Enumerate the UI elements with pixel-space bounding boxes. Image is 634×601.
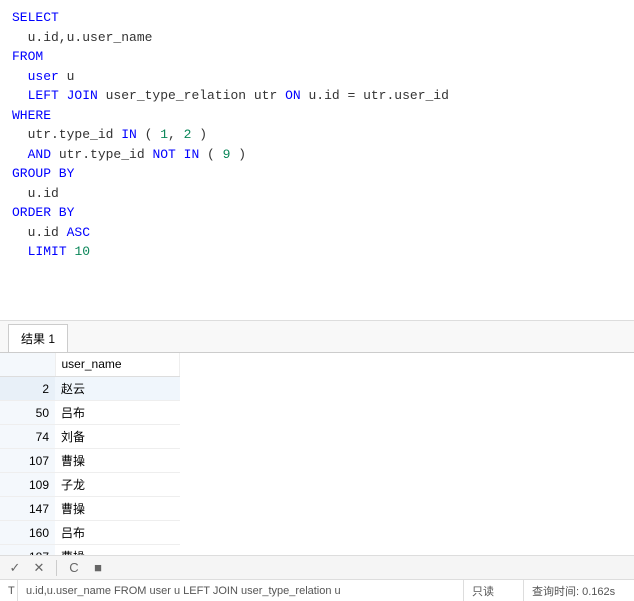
number: 10 — [74, 244, 90, 259]
table-row[interactable]: 160吕布 — [0, 521, 180, 545]
keyword: GROUP BY — [12, 166, 74, 181]
result-toolbar: ✓ ✕ C ■ — [0, 555, 634, 579]
keyword: user — [28, 69, 59, 84]
sql-text — [12, 69, 28, 84]
table-row[interactable]: 107曹操 — [0, 449, 180, 473]
refresh-button[interactable]: C — [65, 559, 83, 577]
status-bar: T u.id,u.user_name FROM user u LEFT JOIN… — [0, 579, 634, 601]
keyword: FROM — [12, 49, 43, 64]
tab-result-1[interactable]: 结果 1 — [8, 324, 68, 352]
status-readonly: 只读 — [464, 580, 524, 601]
status-prefix: T — [0, 580, 18, 601]
sql-text: u.id,u.user_name — [12, 30, 152, 45]
sql-text: u — [59, 69, 75, 84]
stop-button[interactable]: ■ — [89, 559, 107, 577]
keyword: IN — [121, 127, 137, 142]
status-query: u.id,u.user_name FROM user u LEFT JOIN u… — [18, 580, 464, 601]
cell-id[interactable]: 50 — [0, 401, 55, 425]
sql-text — [12, 244, 28, 259]
status-query-time: 查询时间: 0.162s — [524, 580, 634, 601]
result-tabs: 结果 1 — [0, 321, 634, 353]
cell-username[interactable]: 吕布 — [55, 521, 180, 545]
sql-text: ) — [230, 147, 246, 162]
table-row[interactable]: 50吕布 — [0, 401, 180, 425]
keyword: WHERE — [12, 108, 51, 123]
keyword: LEFT JOIN — [28, 88, 98, 103]
cell-id[interactable]: 109 — [0, 473, 55, 497]
sql-text — [12, 88, 28, 103]
keyword: AND — [28, 147, 51, 162]
number: 1 — [160, 127, 168, 142]
cell-id[interactable]: 107 — [0, 449, 55, 473]
sql-editor[interactable]: SELECT u.id,u.user_name FROM user u LEFT… — [0, 0, 634, 270]
keyword: ORDER BY — [12, 205, 74, 220]
sql-text — [12, 147, 28, 162]
apply-button[interactable]: ✓ — [6, 559, 24, 577]
cell-username[interactable]: 吕布 — [55, 401, 180, 425]
cell-id[interactable]: 2 — [0, 377, 55, 401]
keyword: NOT IN — [152, 147, 199, 162]
cell-id[interactable]: 160 — [0, 521, 55, 545]
table-row[interactable]: 2赵云 — [0, 377, 180, 401]
sql-text: ( — [137, 127, 160, 142]
sql-text: u.id = utr.user_id — [301, 88, 449, 103]
column-header-id[interactable] — [0, 353, 55, 377]
keyword: LIMIT — [28, 244, 67, 259]
cell-username[interactable]: 子龙 — [55, 473, 180, 497]
keyword: SELECT — [12, 10, 59, 25]
table-row[interactable]: 109子龙 — [0, 473, 180, 497]
cell-username[interactable]: 曹操 — [55, 497, 180, 521]
cell-id[interactable]: 147 — [0, 497, 55, 521]
cell-id[interactable]: 74 — [0, 425, 55, 449]
cell-username[interactable]: 赵云 — [55, 377, 180, 401]
sql-text: utr.type_id — [51, 147, 152, 162]
sql-text: u.id — [12, 186, 59, 201]
sql-text: u.id — [12, 225, 67, 240]
keyword: ON — [285, 88, 301, 103]
cancel-button[interactable]: ✕ — [30, 559, 48, 577]
cell-username[interactable]: 曹操 — [55, 449, 180, 473]
keyword: ASC — [67, 225, 90, 240]
separator — [56, 560, 57, 576]
cell-username[interactable]: 刘备 — [55, 425, 180, 449]
table-row[interactable]: 74刘备 — [0, 425, 180, 449]
sql-text: , — [168, 127, 184, 142]
sql-text: utr.type_id — [12, 127, 121, 142]
sql-text: user_type_relation utr — [98, 88, 285, 103]
sql-text: ( — [199, 147, 222, 162]
sql-text: ) — [191, 127, 207, 142]
column-header-username[interactable]: user_name — [55, 353, 180, 377]
table-row[interactable]: 147曹操 — [0, 497, 180, 521]
